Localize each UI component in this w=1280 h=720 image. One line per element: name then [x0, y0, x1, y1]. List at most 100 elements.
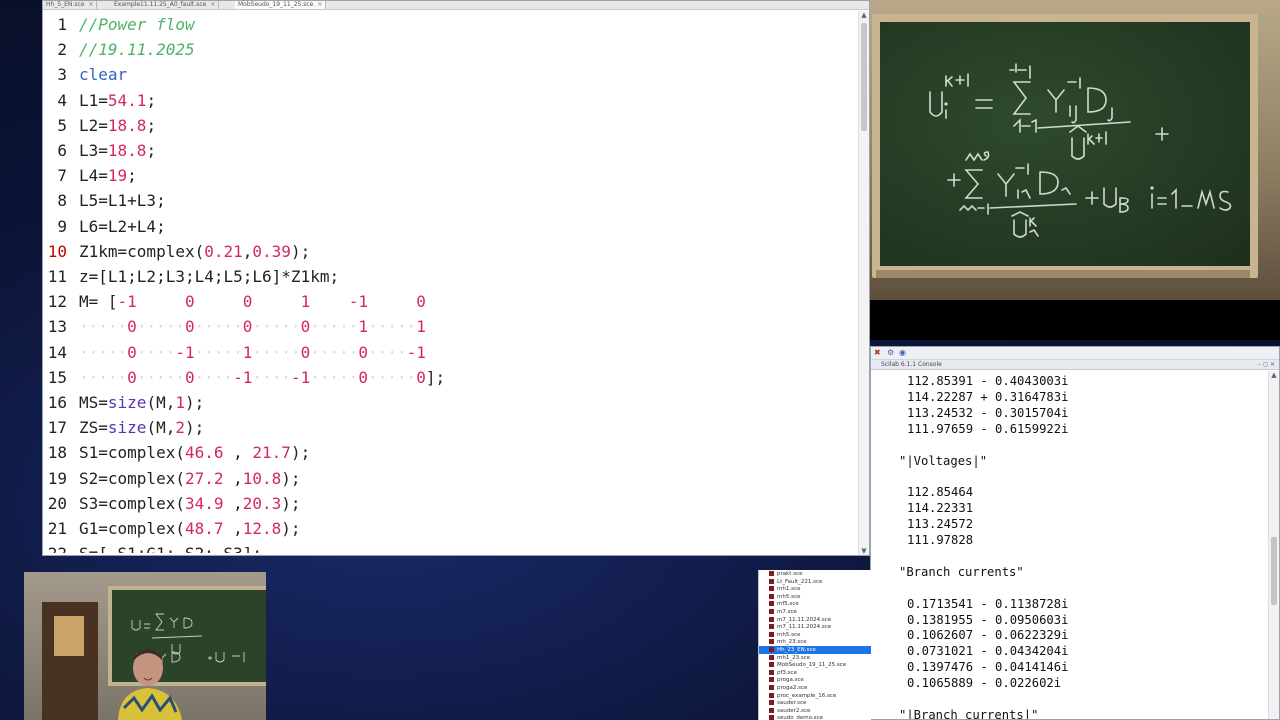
line-number: 19 — [47, 468, 67, 488]
console-output[interactable]: 112.85391 - 0.4043003i 114.22287 + 0.3164… — [871, 371, 1267, 719]
code-line[interactable]: 22 S=[-S1;G1;-S2;-S3]; — [43, 542, 859, 553]
code-line[interactable]: 11 z=[L1;L2;L3;L4;L5;L6]*Z1km; — [43, 265, 859, 289]
scroll-up-arrow-icon[interactable]: ▲ — [859, 11, 869, 19]
code-line[interactable]: 9 L6=L2+L4; — [43, 215, 859, 239]
sce-file-icon — [769, 669, 774, 675]
file-browser-list[interactable]: prakt.sce Lt_Fault_221.sce mh1.sce mh5.sce m… — [758, 570, 871, 720]
code-text: G1=complex(48.7 ,12.8); — [79, 517, 301, 541]
file-name: mh1_23.sce — [777, 654, 811, 661]
sce-file-icon — [769, 647, 774, 652]
chalk-formula — [929, 63, 1232, 238]
close-icon[interactable]: ✕ — [88, 1, 93, 8]
code-token: ···· — [136, 342, 176, 362]
console-output-line: "|Voltages|" — [899, 453, 988, 468]
code-token: ····· — [368, 317, 417, 337]
code-token: ····· — [252, 317, 301, 337]
code-line[interactable]: 21 G1=complex(48.7 ,12.8); — [43, 517, 859, 541]
close-icon[interactable]: ✕ — [210, 1, 215, 8]
editor-vertical-scrollbar[interactable]: ▲ ▼ — [858, 11, 869, 555]
scrollbar-thumb[interactable] — [861, 23, 867, 131]
code-token: //Power flow — [79, 15, 195, 34]
code-token: ]; — [425, 367, 446, 387]
sce-file-icon — [769, 700, 774, 706]
code-token: ····· — [310, 317, 359, 337]
close-icon[interactable]: ✖ — [874, 349, 881, 357]
editor-tab-active[interactable]: MobSeudo_19_11_25.sce ✕ — [235, 1, 327, 9]
code-line[interactable]: 8 L5=L1+L3; — [43, 189, 859, 213]
close-icon[interactable]: ✕ — [317, 1, 322, 8]
console-output-line: 0.1713541 - 0.1138728i — [907, 596, 1069, 611]
code-token: 18.8 — [107, 115, 147, 135]
code-line[interactable]: 17 ZS=size(M,2); — [43, 416, 859, 440]
code-line[interactable]: 15 ·····0·····0····-1····-1·····0·····0]; — [43, 366, 859, 390]
code-token: , — [223, 468, 243, 488]
code-token: -1 — [117, 292, 137, 312]
code-line[interactable]: 4 L1=54.1; — [43, 89, 859, 113]
code-line[interactable]: 3 clear — [43, 63, 859, 87]
help-icon[interactable]: ◉ — [899, 349, 906, 357]
code-text: ZS=size(M,2); — [79, 416, 204, 440]
sce-file-icon — [769, 578, 774, 584]
settings-icon[interactable]: ⚙ — [887, 349, 894, 357]
scroll-up-arrow-icon[interactable]: ▲ — [1269, 371, 1279, 379]
code-token: 0 — [242, 317, 253, 337]
editor-tab[interactable]: Hh_5_EN.sce ✕ — [43, 1, 98, 9]
code-line[interactable]: 16 MS=size(M,1); — [43, 391, 859, 415]
code-text: M= [-1 0 0 1 -1 0 — [79, 290, 426, 314]
code-line[interactable]: 7 L4=19; — [43, 164, 859, 188]
code-line[interactable]: 14 ·····0····-1·····1·····0·····0····-1 — [43, 341, 859, 365]
code-token: 18.8 — [107, 141, 147, 160]
code-token: L4= — [79, 166, 108, 186]
file-name: proc_example_16.sce — [777, 692, 837, 699]
code-token: 0 — [184, 317, 195, 337]
code-token: ···· — [194, 367, 234, 387]
code-token: 0 — [416, 292, 426, 312]
code-token: G1=complex( — [79, 519, 185, 538]
console-output-line: 111.97659 - 0.6159922i — [907, 421, 1069, 436]
file-name: pf3.sce — [777, 669, 797, 676]
line-number: 1 — [57, 15, 67, 34]
code-token: ); — [290, 443, 311, 463]
tab-label: Hh_5_EN.sce — [46, 1, 85, 8]
scinotes-editor-window[interactable]: Hh_5_EN.sce ✕ Example11.11.25_A0_fault.sc… — [42, 0, 870, 556]
code-line[interactable]: 12 M= [-1 0 0 1 -1 0 — [43, 290, 859, 314]
file-name: m7.sce — [777, 609, 797, 615]
console-vertical-scrollbar[interactable]: ▲ — [1268, 371, 1279, 719]
code-text: S=[-S1;G1;-S2;-S3]; — [79, 542, 262, 553]
code-text: ·····0····-1·····1·····0·····0····-1 — [79, 341, 426, 365]
code-token: 54.1 — [107, 90, 147, 110]
window-controls-icon[interactable]: – ◻ ✕ — [1258, 360, 1275, 370]
code-line[interactable]: 1 //Power flow — [43, 13, 859, 37]
code-line[interactable]: 13 ·····0·····0·····0·····0·····1·····1 — [43, 315, 859, 339]
code-line[interactable]: 10 Z1km=complex(0.21,0.39); — [43, 240, 859, 264]
code-token: 0 — [358, 367, 369, 387]
code-token: 0 — [416, 367, 426, 387]
code-text: //Power flow — [79, 13, 195, 37]
code-line[interactable]: 20 S3=complex(34.9 ,20.3); — [43, 492, 859, 516]
console-output-line: 113.24572 — [907, 517, 974, 532]
scrollbar-thumb[interactable] — [1271, 537, 1277, 605]
code-token: //19.11.2025 — [79, 40, 195, 60]
code-area[interactable]: 1 //Power flow 2 //19.11.2025 3 clear 4 L1=54.1… — [43, 13, 859, 553]
console-output-line: 0.0731021 - 0.0434204i — [907, 644, 1069, 659]
code-line[interactable]: 6 L3=18.8; — [43, 139, 859, 163]
console-title-bar: Scilab 6.1.1 Console – ◻ ✕ — [871, 360, 1279, 370]
console-output-line: "|Branch currents|" — [899, 707, 1039, 719]
code-line[interactable]: 19 S2=complex(27.2 ,10.8); — [43, 467, 859, 491]
scroll-down-arrow-icon[interactable]: ▼ — [859, 547, 869, 555]
scilab-console-window[interactable]: ✖ ⚙ ◉ Scilab 6.1.1 Console – ◻ ✕ 112.853… — [870, 346, 1280, 720]
sce-file-icon — [769, 654, 774, 660]
line-number: 3 — [57, 65, 67, 85]
code-line[interactable]: 5 L2=18.8; — [43, 114, 859, 138]
code-token: 21.7 — [252, 443, 291, 463]
line-number: 6 — [57, 141, 67, 160]
sce-file-icon — [769, 685, 774, 690]
code-token: Z1km=complex( — [79, 241, 205, 261]
editor-tab[interactable]: Example11.11.25_A0_fault.sce ✕ — [111, 1, 220, 9]
file-list-item[interactable]: seudo_demo.sce — [769, 714, 871, 720]
console-output-line: 114.22287 + 0.3164783i — [907, 389, 1069, 404]
code-line[interactable]: 2 //19.11.2025 — [43, 38, 859, 62]
code-line[interactable]: 18 S1=complex(46.6 , 21.7); — [43, 441, 859, 465]
